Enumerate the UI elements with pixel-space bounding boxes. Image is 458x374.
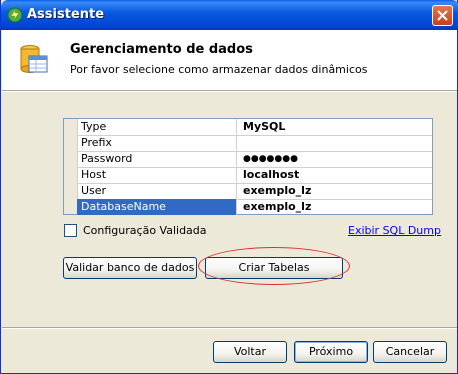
property-value[interactable]: localhost (238, 167, 432, 183)
next-button[interactable]: Próximo (294, 341, 368, 363)
property-value[interactable]: exemplo_lz (238, 199, 432, 215)
property-row-databasename[interactable]: DatabaseName exemplo_lz (77, 199, 432, 215)
close-button[interactable] (432, 5, 453, 26)
footer-divider (2, 327, 457, 329)
header-panel: Gerenciamento de dados Por favor selecio… (2, 30, 457, 91)
header-subtitle: Por favor selecione como armazenar dados… (70, 63, 368, 76)
property-name: DatabaseName (77, 199, 237, 215)
property-row-type[interactable]: Type MySQL (77, 119, 432, 136)
property-row-host[interactable]: Host localhost (77, 167, 432, 184)
property-row-password[interactable]: Password ●●●●●●● (77, 151, 432, 168)
validated-checkbox[interactable] (64, 224, 77, 237)
window-title: Assistente (27, 7, 105, 22)
property-row-prefix[interactable]: Prefix (77, 135, 432, 152)
property-row-user[interactable]: User exemplo_lz (77, 183, 432, 200)
header-divider (2, 91, 457, 92)
property-name: Prefix (77, 135, 237, 151)
property-value[interactable]: MySQL (238, 119, 432, 135)
property-value[interactable]: exemplo_lz (238, 183, 432, 199)
property-value[interactable] (238, 135, 432, 151)
property-grid-gutter (64, 119, 78, 214)
property-name: Type (77, 119, 237, 135)
wizard-lightning-icon (7, 7, 23, 23)
highlight-ellipse (198, 247, 350, 285)
validated-label: Configuração Validada (83, 224, 207, 237)
header-title: Gerenciamento de dados (70, 42, 253, 57)
sql-dump-link[interactable]: Exibir SQL Dump (348, 224, 441, 237)
title-bar[interactable]: Assistente (1, 0, 458, 30)
property-name: Host (77, 167, 237, 183)
property-name: Password (77, 151, 237, 167)
cancel-button[interactable]: Cancelar (373, 341, 447, 363)
wizard-window: Assistente Gerenciamento de dados Por fa… (0, 0, 458, 374)
property-name: User (77, 183, 237, 199)
property-value[interactable]: ●●●●●●● (238, 151, 432, 167)
back-button[interactable]: Voltar (213, 341, 287, 363)
validate-database-button[interactable]: Validar banco de dados (63, 257, 197, 279)
close-icon (437, 10, 448, 21)
property-grid[interactable]: Type MySQL Prefix Password ●●●●●●● Host … (63, 118, 433, 215)
database-table-icon (19, 44, 49, 76)
